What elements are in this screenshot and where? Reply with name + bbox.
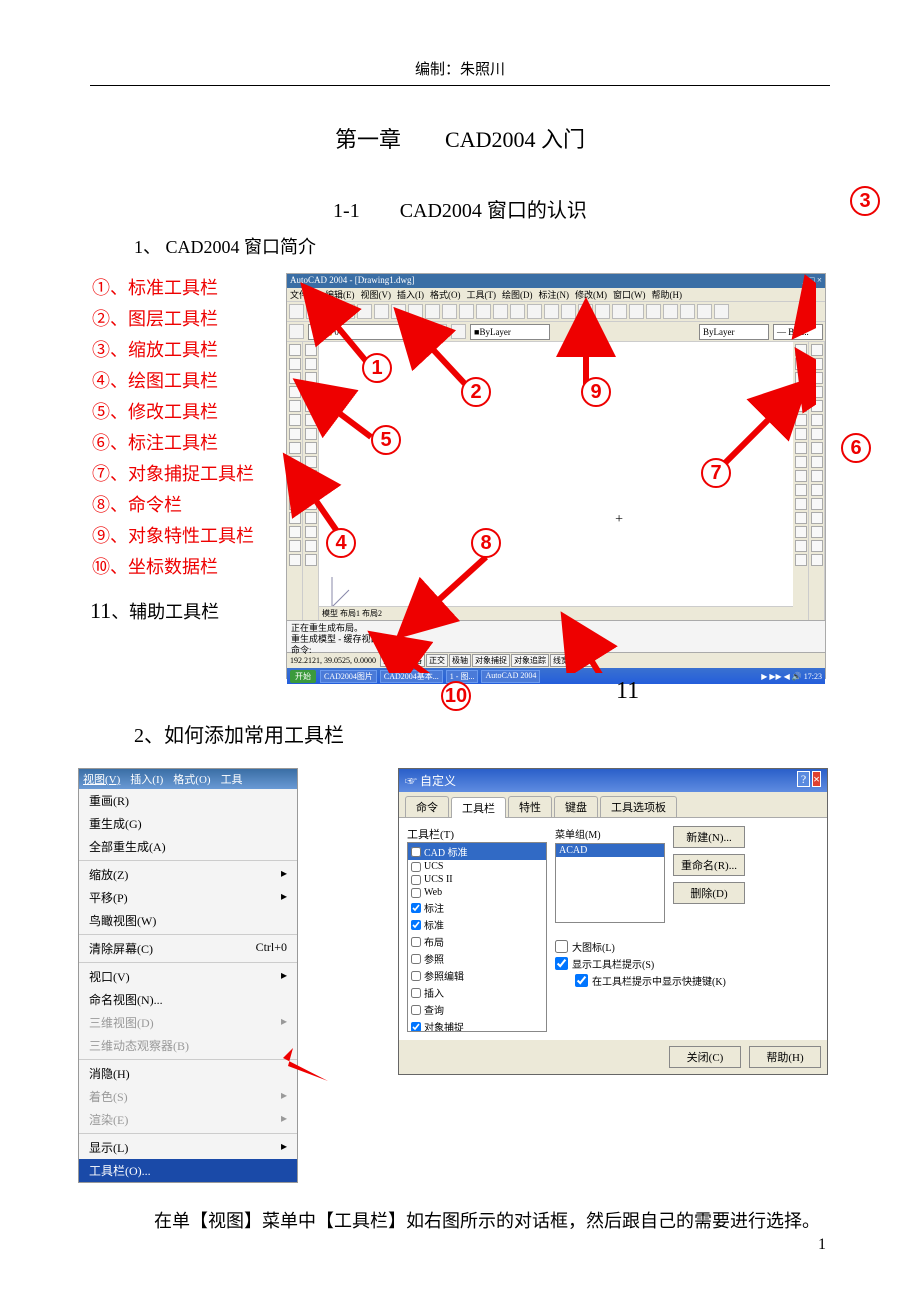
chapter-title: 第一章 CAD2004 入门 <box>90 122 830 154</box>
ss-menubar: 文件(F)编辑(E)视图(V)插入(I)格式(O)工具(T)绘图(D)标注(N)… <box>287 288 825 302</box>
dialog-titlebar: ☞ 自定义 ?× <box>399 769 827 792</box>
toolbar-list-item[interactable]: 标注 <box>408 899 546 916</box>
heading-1: 1、 CAD2004 窗口简介 <box>134 233 830 259</box>
dialog-tab[interactable]: 键盘 <box>554 796 598 817</box>
menu-item[interactable]: 三维动态观察器(B) <box>79 1034 297 1057</box>
menu-item[interactable]: 鸟瞰视图(W) <box>79 909 297 932</box>
heading-2: 2、如何添加常用工具栏 <box>134 719 830 748</box>
ss-draw-toolbar-2 <box>303 342 319 620</box>
large-icons-checkbox[interactable]: 大图标(L) <box>555 939 819 954</box>
menu-item[interactable]: 显示(L)▸ <box>79 1136 297 1159</box>
help-button[interactable]: 帮助(H) <box>749 1046 821 1068</box>
menu-item[interactable]: 平移(P)▸ <box>79 886 297 909</box>
aux-toolbar-item: 11、辅助工具栏 <box>90 598 270 624</box>
menu-item[interactable]: 重生成(G) <box>79 812 297 835</box>
toolbar-list-item[interactable]: 查询 <box>408 1001 546 1018</box>
menu-item[interactable]: 渲染(E)▸ <box>79 1108 297 1131</box>
ss-modify-toolbar <box>793 342 809 620</box>
menu-item[interactable]: 着色(S)▸ <box>79 1085 297 1108</box>
toolbar-list-item[interactable]: 对象捕捉 <box>408 1018 546 1032</box>
annotation-3: 3 <box>850 186 880 216</box>
ss-layer-toolbar: 💡🔒 0 ■ ByLayer ByLayer — ByL.. <box>287 322 825 342</box>
menu-item[interactable]: 清除屏幕(C)Ctrl+0 <box>79 937 297 960</box>
menu-item[interactable]: 三维视图(D)▸ <box>79 1011 297 1034</box>
ss-taskbar: 开始 CAD2004图片CAD2004基本...1 - 图...AutoCAD … <box>287 668 825 684</box>
toolbar-list-item[interactable]: 插入 <box>408 984 546 1001</box>
menu-group-listbox[interactable]: ACAD <box>555 843 665 923</box>
view-menu-screenshot: 视图(V)插入(I)格式(O)工具 重画(R)重生成(G)全部重生成(A)缩放(… <box>78 768 298 1183</box>
ss-status-bar: 192.2121, 39.0525, 0.0000 捕捉栅格正交极轴对象捕捉对象… <box>287 652 825 668</box>
dialog-tab[interactable]: 命令 <box>405 796 449 817</box>
ss-canvas: + 模型 布局1 布局2 <box>319 342 793 620</box>
page-header: 编制：朱照川 <box>90 58 830 86</box>
dialog-tab[interactable]: 特性 <box>508 796 552 817</box>
show-tips-checkbox[interactable]: 显示工具栏提示(S) <box>555 956 819 971</box>
legend-item: ②、图层工具栏 <box>92 304 270 334</box>
toolbar-list-item[interactable]: 标准 <box>408 916 546 933</box>
ss-dim-toolbar <box>809 342 825 620</box>
close-button[interactable]: 关闭(C) <box>669 1046 741 1068</box>
annotation-10: 10 <box>441 681 471 711</box>
toolbar-list-item[interactable]: UCS <box>408 860 546 873</box>
menu-item[interactable]: 消隐(H) <box>79 1062 297 1085</box>
legend-item: ⑦、对象捕捉工具栏 <box>92 459 270 489</box>
ss-standard-toolbar <box>287 302 825 322</box>
show-shortcut-checkbox[interactable]: 在工具栏提示中显示快捷键(K) <box>575 973 819 988</box>
toolbar-listbox[interactable]: CAD 标准UCSUCS IIWeb标注标准布局参照参照编辑插入查询对象捕捉对象… <box>407 842 547 1032</box>
customize-dialog-screenshot: ☞ 自定义 ?× 命令工具栏特性键盘工具选项板 工具栏(T) CAD 标准UCS… <box>398 768 828 1075</box>
legend-item: ①、标准工具栏 <box>92 273 270 303</box>
legend-item: ④、绘图工具栏 <box>92 366 270 396</box>
dialog-tab[interactable]: 工具选项板 <box>600 796 677 817</box>
new-button[interactable]: 新建(N)... <box>673 826 745 848</box>
ss-command-line: 正在重生成布局。 重生成模型 - 缓存视口。 命令: <box>287 620 825 652</box>
toolbar-list-item[interactable]: CAD 标准 <box>408 843 546 860</box>
menu-item[interactable]: 重画(R) <box>79 789 297 812</box>
menu-item[interactable]: 工具栏(O)... <box>79 1159 297 1182</box>
legend-item: ③、缩放工具栏 <box>92 335 270 365</box>
autocad-screenshot: AutoCAD 2004 - [Drawing1.dwg]_ □ × 文件(F)… <box>286 273 826 679</box>
toolbar-list-item[interactable]: 参照编辑 <box>408 967 546 984</box>
toolbar-list-item[interactable]: 布局 <box>408 933 546 950</box>
menu-item[interactable]: 视口(V)▸ <box>79 965 297 988</box>
dialog-tabs: 命令工具栏特性键盘工具选项板 <box>399 792 827 818</box>
toolbar-legend: ①、标准工具栏②、图层工具栏③、缩放工具栏④、绘图工具栏⑤、修改工具栏⑥、标注工… <box>92 273 270 582</box>
section-title: 1-1 CAD2004 窗口的认识 <box>90 194 830 223</box>
toolbar-list-item[interactable]: UCS II <box>408 873 546 886</box>
menu-item[interactable]: 缩放(Z)▸ <box>79 863 297 886</box>
instruction-text: 在单【视图】菜单中【工具栏】如右图所示的对话框，然后跟自己的需要进行选择。 <box>154 1207 830 1235</box>
annotation-6: 6 <box>841 433 871 463</box>
menu-item[interactable]: 命名视图(N)... <box>79 988 297 1011</box>
ss-titlebar: AutoCAD 2004 - [Drawing1.dwg]_ □ × <box>287 274 825 288</box>
delete-button[interactable]: 删除(D) <box>673 882 745 904</box>
page-number: 1 <box>818 1236 826 1254</box>
legend-item: ⑧、命令栏 <box>92 490 270 520</box>
toolbar-list-item[interactable]: 参照 <box>408 950 546 967</box>
rename-button[interactable]: 重命名(R)... <box>673 854 745 876</box>
menu-item[interactable]: 全部重生成(A) <box>79 835 297 858</box>
close-icon[interactable]: × <box>812 771 821 787</box>
legend-item: ⑨、对象特性工具栏 <box>92 521 270 551</box>
ss-draw-toolbar <box>287 342 303 620</box>
dialog-tab[interactable]: 工具栏 <box>451 797 506 818</box>
legend-item: ⑤、修改工具栏 <box>92 397 270 427</box>
legend-item: ⑩、坐标数据栏 <box>92 552 270 582</box>
toolbar-list-item[interactable]: Web <box>408 886 546 899</box>
legend-item: ⑥、标注工具栏 <box>92 428 270 458</box>
